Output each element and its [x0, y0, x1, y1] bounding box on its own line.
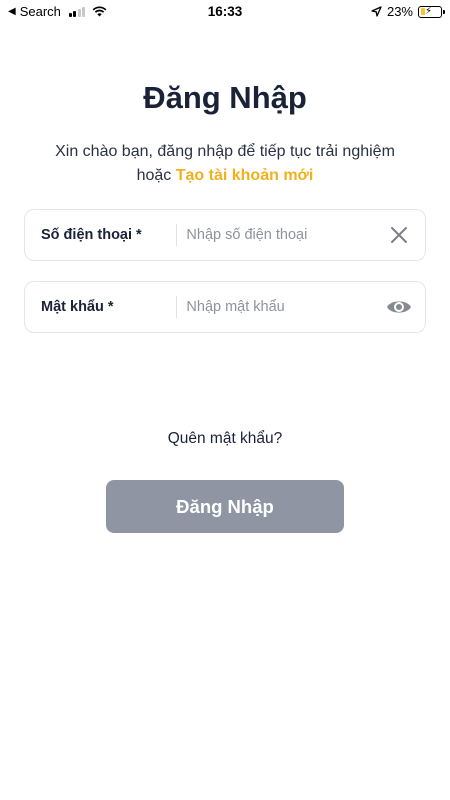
- password-field: Mật khẩu *: [24, 281, 426, 333]
- clear-phone-button[interactable]: [373, 209, 425, 261]
- status-right: 23% ⚡: [371, 4, 445, 19]
- password-label: Mật khẩu *: [41, 299, 114, 315]
- close-icon: [391, 227, 408, 243]
- login-button[interactable]: Đăng Nhập: [106, 480, 344, 533]
- forgot-password-link[interactable]: Quên mật khẩu?: [0, 430, 450, 448]
- location-arrow-icon: [371, 6, 382, 17]
- password-input[interactable]: [177, 299, 374, 315]
- phone-field: Số điện thoại *: [24, 209, 426, 261]
- status-bar: ◀ Search 16:33 23% ⚡: [0, 0, 450, 24]
- phone-input[interactable]: [177, 227, 374, 243]
- page-title: Đăng Nhập: [143, 80, 307, 115]
- phone-label: Số điện thoại *: [41, 227, 142, 243]
- login-subtitle: Xin chào bạn, đăng nhập để tiếp tục trải…: [50, 140, 400, 188]
- toggle-password-visibility-button[interactable]: [373, 281, 425, 333]
- battery-icon: ⚡: [418, 5, 445, 18]
- create-account-link[interactable]: Tạo tài khoản mới: [176, 167, 314, 184]
- battery-percent: 23%: [386, 4, 413, 19]
- charging-bolt-icon: ⚡: [425, 5, 433, 17]
- eye-icon: [387, 301, 412, 313]
